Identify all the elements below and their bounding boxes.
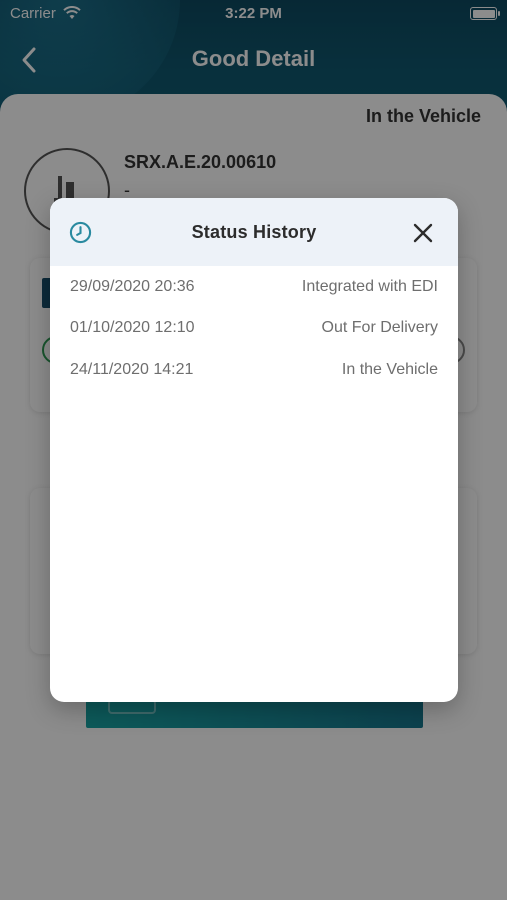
history-status: Out For Delivery: [321, 319, 438, 336]
modal-title: Status History: [191, 222, 317, 242]
status-history-modal: Status History 29/09/2020 20:36 Integrat…: [50, 198, 458, 702]
history-row: 24/11/2020 14:21 In the Vehicle: [70, 361, 438, 385]
history-row: 29/09/2020 20:36 Integrated with EDI: [70, 278, 438, 302]
modal-header: Status History: [50, 198, 458, 266]
close-icon[interactable]: [412, 222, 434, 244]
history-date: 01/10/2020 12:10: [70, 319, 195, 336]
history-status: Integrated with EDI: [301, 278, 438, 295]
history-status: In the Vehicle: [341, 361, 438, 378]
history-date: 24/11/2020 14:21: [70, 361, 194, 378]
history-date: 29/09/2020 20:36: [70, 278, 195, 295]
history-row: 01/10/2020 12:10 Out For Delivery: [70, 319, 438, 343]
